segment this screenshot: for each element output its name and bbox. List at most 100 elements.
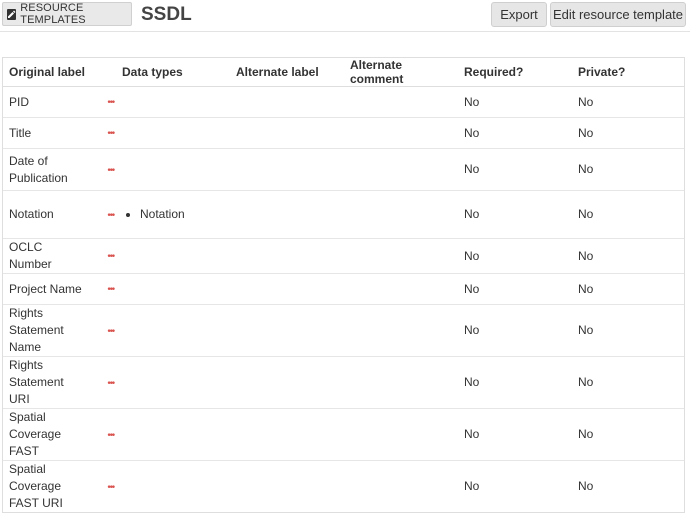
alternate-label-cell — [230, 238, 344, 274]
alternate-label-cell — [230, 148, 344, 191]
data-types-cell — [116, 117, 230, 149]
required-cell: No — [458, 86, 572, 118]
data-type-item: Notation — [140, 206, 230, 223]
col-private: Private? — [572, 58, 684, 87]
original-label: PID — [9, 94, 30, 109]
more-options-icon[interactable]: ••• — [108, 248, 116, 265]
original-label: Spatial Coverage FAST — [9, 410, 62, 458]
data-types-cell — [116, 460, 230, 512]
original-label: Rights Statement URI — [9, 358, 64, 406]
alternate-comment-cell — [344, 304, 458, 357]
private-cell: No — [572, 86, 684, 118]
alternate-comment-cell — [344, 408, 458, 461]
original-label: Rights Statement Name — [9, 306, 64, 354]
properties-table: Original label Data types Alternate labe… — [2, 57, 685, 513]
private-cell: No — [572, 304, 684, 357]
more-options-icon[interactable]: ••• — [108, 281, 116, 298]
required-cell: No — [458, 117, 572, 149]
alternate-label-cell — [230, 190, 344, 239]
data-types-cell — [116, 148, 230, 191]
private-cell: No — [572, 117, 684, 149]
alternate-label-cell — [230, 356, 344, 409]
alternate-comment-cell — [344, 190, 458, 239]
data-types-cell — [116, 304, 230, 357]
private-cell: No — [572, 190, 684, 239]
alternate-comment-cell — [344, 238, 458, 274]
original-label-cell: Rights Statement URI ••• — [3, 356, 116, 409]
alternate-comment-cell — [344, 356, 458, 409]
table-row: Spatial Coverage FAST URI ••• No No — [3, 460, 684, 512]
data-types-cell — [116, 86, 230, 118]
page-title: SSDL — [141, 4, 192, 25]
col-original-label: Original label — [3, 58, 116, 87]
data-types-cell — [116, 408, 230, 461]
alternate-label-cell — [230, 117, 344, 149]
more-options-icon[interactable]: ••• — [108, 161, 116, 178]
resource-templates-label: RESOURCE TEMPLATES — [20, 2, 86, 26]
required-cell: No — [458, 273, 572, 305]
alternate-label-cell — [230, 273, 344, 305]
required-cell: No — [458, 356, 572, 409]
more-options-icon[interactable]: ••• — [108, 94, 116, 111]
edit-resource-template-button[interactable]: Edit resource template — [550, 2, 686, 27]
table-row: Title ••• No No — [3, 117, 684, 149]
required-cell: No — [458, 304, 572, 357]
resource-templates-link[interactable]: RESOURCE TEMPLATES — [2, 2, 132, 26]
original-label-cell: Title ••• — [3, 117, 116, 149]
required-cell: No — [458, 238, 572, 274]
table-header-row: Original label Data types Alternate labe… — [3, 58, 684, 87]
alternate-label-cell — [230, 408, 344, 461]
data-types-list: Notation — [122, 206, 230, 223]
original-label-cell: Date of Publication ••• — [3, 148, 116, 191]
private-cell: No — [572, 148, 684, 191]
required-cell: No — [458, 148, 572, 191]
col-alternate-comment: Alternate comment — [344, 58, 458, 87]
original-label-cell: PID ••• — [3, 86, 116, 118]
table-row: Rights Statement Name ••• No No — [3, 304, 684, 357]
private-cell: No — [572, 356, 684, 409]
alternate-comment-cell — [344, 148, 458, 191]
more-options-icon[interactable]: ••• — [108, 206, 116, 223]
pencil-square-icon — [7, 8, 17, 20]
original-label: Title — [9, 125, 32, 140]
original-label-cell: Spatial Coverage FAST ••• — [3, 408, 116, 461]
private-cell: No — [572, 273, 684, 305]
data-types-cell: Notation — [116, 190, 230, 239]
more-options-icon[interactable]: ••• — [108, 125, 116, 142]
data-types-cell — [116, 273, 230, 305]
data-types-cell — [116, 356, 230, 409]
original-label: Project Name — [9, 281, 82, 296]
original-label-cell: Project Name ••• — [3, 273, 116, 305]
original-label: Notation — [9, 207, 54, 221]
private-cell: No — [572, 408, 684, 461]
table-row: OCLC Number ••• No No — [3, 238, 684, 274]
alternate-comment-cell — [344, 117, 458, 149]
original-label: OCLC Number — [9, 240, 52, 271]
table-row: Notation ••• Notation No No — [3, 190, 684, 239]
alternate-comment-cell — [344, 273, 458, 305]
original-label: Date of Publication — [9, 153, 68, 185]
page-header: RESOURCE TEMPLATES SSDL Export Edit reso… — [0, 0, 690, 32]
alternate-label-cell — [230, 460, 344, 512]
alternate-label-cell — [230, 86, 344, 118]
more-options-icon[interactable]: ••• — [108, 322, 116, 339]
more-options-icon[interactable]: ••• — [108, 426, 116, 443]
original-label: Spatial Coverage FAST URI — [9, 462, 63, 510]
required-cell: No — [458, 408, 572, 461]
export-button[interactable]: Export — [491, 2, 547, 27]
table-row: PID ••• No No — [3, 86, 684, 118]
alternate-comment-cell — [344, 86, 458, 118]
table-row: Spatial Coverage FAST ••• No No — [3, 408, 684, 461]
alternate-comment-cell — [344, 460, 458, 512]
table-row: Rights Statement URI ••• No No — [3, 356, 684, 409]
data-types-cell — [116, 238, 230, 274]
table-row: Project Name ••• No No — [3, 273, 684, 305]
private-cell: No — [572, 238, 684, 274]
required-cell: No — [458, 460, 572, 512]
col-alternate-label: Alternate label — [230, 58, 344, 87]
original-label-cell: OCLC Number ••• — [3, 238, 116, 274]
more-options-icon[interactable]: ••• — [108, 374, 116, 391]
more-options-icon[interactable]: ••• — [108, 478, 116, 495]
original-label-cell: Notation ••• — [3, 190, 116, 239]
private-cell: No — [572, 460, 684, 512]
